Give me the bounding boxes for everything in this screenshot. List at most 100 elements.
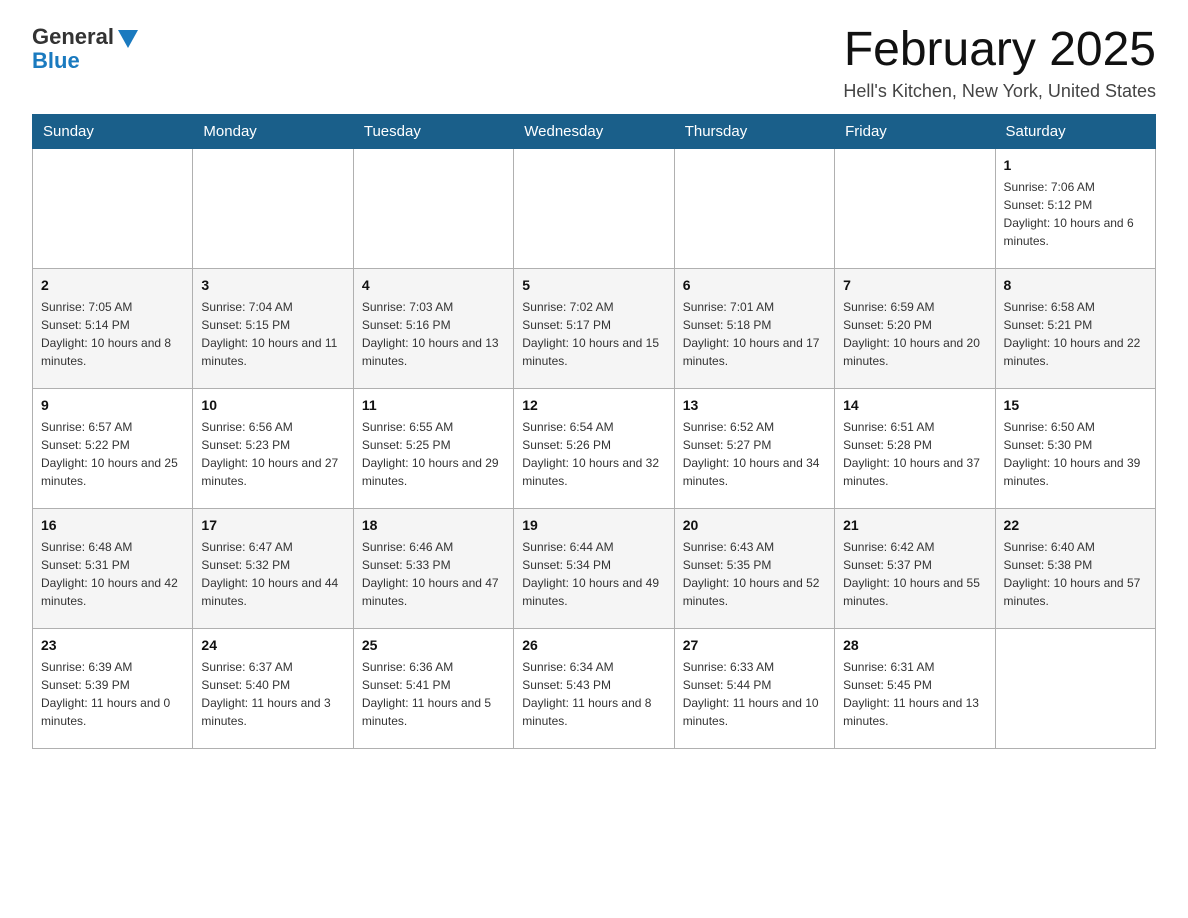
day-number: 3: [201, 275, 344, 296]
calendar-week-3: 16Sunrise: 6:48 AMSunset: 5:31 PMDayligh…: [33, 508, 1156, 628]
calendar-week-0: 1Sunrise: 7:06 AMSunset: 5:12 PMDaylight…: [33, 148, 1156, 268]
cell-content: 6Sunrise: 7:01 AMSunset: 5:18 PMDaylight…: [683, 275, 826, 370]
calendar-cell: 10Sunrise: 6:56 AMSunset: 5:23 PMDayligh…: [193, 388, 353, 508]
cell-content: 19Sunrise: 6:44 AMSunset: 5:34 PMDayligh…: [522, 515, 665, 610]
cell-content: 2Sunrise: 7:05 AMSunset: 5:14 PMDaylight…: [41, 275, 184, 370]
day-number: 16: [41, 515, 184, 536]
day-number: 13: [683, 395, 826, 416]
month-title: February 2025: [843, 24, 1156, 77]
logo-blue-text: Blue: [32, 48, 80, 74]
calendar-cell: 17Sunrise: 6:47 AMSunset: 5:32 PMDayligh…: [193, 508, 353, 628]
page-header: General Blue February 2025 Hell's Kitche…: [32, 24, 1156, 102]
cell-content: 4Sunrise: 7:03 AMSunset: 5:16 PMDaylight…: [362, 275, 505, 370]
cell-content: 18Sunrise: 6:46 AMSunset: 5:33 PMDayligh…: [362, 515, 505, 610]
day-number: 25: [362, 635, 505, 656]
calendar-cell: 25Sunrise: 6:36 AMSunset: 5:41 PMDayligh…: [353, 628, 513, 748]
calendar-cell: 28Sunrise: 6:31 AMSunset: 5:45 PMDayligh…: [835, 628, 995, 748]
cell-content: 11Sunrise: 6:55 AMSunset: 5:25 PMDayligh…: [362, 395, 505, 490]
calendar-cell: [995, 628, 1155, 748]
day-number: 19: [522, 515, 665, 536]
day-number: 6: [683, 275, 826, 296]
calendar-header-row: Sunday Monday Tuesday Wednesday Thursday…: [33, 114, 1156, 148]
calendar-cell: 13Sunrise: 6:52 AMSunset: 5:27 PMDayligh…: [674, 388, 834, 508]
calendar-cell: 3Sunrise: 7:04 AMSunset: 5:15 PMDaylight…: [193, 268, 353, 388]
day-number: 5: [522, 275, 665, 296]
cell-content: 20Sunrise: 6:43 AMSunset: 5:35 PMDayligh…: [683, 515, 826, 610]
calendar-cell: 22Sunrise: 6:40 AMSunset: 5:38 PMDayligh…: [995, 508, 1155, 628]
cell-content: 15Sunrise: 6:50 AMSunset: 5:30 PMDayligh…: [1004, 395, 1147, 490]
col-tuesday: Tuesday: [353, 114, 513, 148]
cell-content: 9Sunrise: 6:57 AMSunset: 5:22 PMDaylight…: [41, 395, 184, 490]
calendar-cell: [353, 148, 513, 268]
calendar-cell: 2Sunrise: 7:05 AMSunset: 5:14 PMDaylight…: [33, 268, 193, 388]
day-number: 4: [362, 275, 505, 296]
calendar-cell: [33, 148, 193, 268]
cell-content: 13Sunrise: 6:52 AMSunset: 5:27 PMDayligh…: [683, 395, 826, 490]
calendar-cell: 14Sunrise: 6:51 AMSunset: 5:28 PMDayligh…: [835, 388, 995, 508]
calendar-cell: [514, 148, 674, 268]
cell-content: 28Sunrise: 6:31 AMSunset: 5:45 PMDayligh…: [843, 635, 986, 730]
cell-content: 22Sunrise: 6:40 AMSunset: 5:38 PMDayligh…: [1004, 515, 1147, 610]
calendar-cell: 24Sunrise: 6:37 AMSunset: 5:40 PMDayligh…: [193, 628, 353, 748]
calendar-cell: 20Sunrise: 6:43 AMSunset: 5:35 PMDayligh…: [674, 508, 834, 628]
cell-content: 26Sunrise: 6:34 AMSunset: 5:43 PMDayligh…: [522, 635, 665, 730]
calendar-week-1: 2Sunrise: 7:05 AMSunset: 5:14 PMDaylight…: [33, 268, 1156, 388]
day-number: 17: [201, 515, 344, 536]
calendar-week-2: 9Sunrise: 6:57 AMSunset: 5:22 PMDaylight…: [33, 388, 1156, 508]
calendar-cell: 8Sunrise: 6:58 AMSunset: 5:21 PMDaylight…: [995, 268, 1155, 388]
day-number: 28: [843, 635, 986, 656]
cell-content: 7Sunrise: 6:59 AMSunset: 5:20 PMDaylight…: [843, 275, 986, 370]
calendar-cell: 15Sunrise: 6:50 AMSunset: 5:30 PMDayligh…: [995, 388, 1155, 508]
cell-content: 17Sunrise: 6:47 AMSunset: 5:32 PMDayligh…: [201, 515, 344, 610]
day-number: 15: [1004, 395, 1147, 416]
calendar-cell: 5Sunrise: 7:02 AMSunset: 5:17 PMDaylight…: [514, 268, 674, 388]
calendar-week-4: 23Sunrise: 6:39 AMSunset: 5:39 PMDayligh…: [33, 628, 1156, 748]
calendar-cell: 7Sunrise: 6:59 AMSunset: 5:20 PMDaylight…: [835, 268, 995, 388]
calendar-cell: 21Sunrise: 6:42 AMSunset: 5:37 PMDayligh…: [835, 508, 995, 628]
logo-general-text: General: [32, 24, 114, 50]
cell-content: 25Sunrise: 6:36 AMSunset: 5:41 PMDayligh…: [362, 635, 505, 730]
logo: General Blue: [32, 24, 138, 74]
calendar-cell: 12Sunrise: 6:54 AMSunset: 5:26 PMDayligh…: [514, 388, 674, 508]
day-number: 8: [1004, 275, 1147, 296]
day-number: 20: [683, 515, 826, 536]
cell-content: 1Sunrise: 7:06 AMSunset: 5:12 PMDaylight…: [1004, 155, 1147, 250]
col-friday: Friday: [835, 114, 995, 148]
cell-content: 3Sunrise: 7:04 AMSunset: 5:15 PMDaylight…: [201, 275, 344, 370]
calendar-cell: 19Sunrise: 6:44 AMSunset: 5:34 PMDayligh…: [514, 508, 674, 628]
logo-arrow-icon: [118, 30, 138, 48]
cell-content: 10Sunrise: 6:56 AMSunset: 5:23 PMDayligh…: [201, 395, 344, 490]
calendar-cell: 26Sunrise: 6:34 AMSunset: 5:43 PMDayligh…: [514, 628, 674, 748]
day-number: 18: [362, 515, 505, 536]
day-number: 9: [41, 395, 184, 416]
col-monday: Monday: [193, 114, 353, 148]
day-number: 24: [201, 635, 344, 656]
day-number: 11: [362, 395, 505, 416]
day-number: 2: [41, 275, 184, 296]
cell-content: 8Sunrise: 6:58 AMSunset: 5:21 PMDaylight…: [1004, 275, 1147, 370]
cell-content: 23Sunrise: 6:39 AMSunset: 5:39 PMDayligh…: [41, 635, 184, 730]
calendar-cell: 11Sunrise: 6:55 AMSunset: 5:25 PMDayligh…: [353, 388, 513, 508]
col-wednesday: Wednesday: [514, 114, 674, 148]
day-number: 12: [522, 395, 665, 416]
calendar-cell: 16Sunrise: 6:48 AMSunset: 5:31 PMDayligh…: [33, 508, 193, 628]
calendar-cell: 18Sunrise: 6:46 AMSunset: 5:33 PMDayligh…: [353, 508, 513, 628]
cell-content: 24Sunrise: 6:37 AMSunset: 5:40 PMDayligh…: [201, 635, 344, 730]
cell-content: 21Sunrise: 6:42 AMSunset: 5:37 PMDayligh…: [843, 515, 986, 610]
day-number: 22: [1004, 515, 1147, 536]
col-sunday: Sunday: [33, 114, 193, 148]
day-number: 27: [683, 635, 826, 656]
calendar-cell: [674, 148, 834, 268]
day-number: 23: [41, 635, 184, 656]
cell-content: 27Sunrise: 6:33 AMSunset: 5:44 PMDayligh…: [683, 635, 826, 730]
location-subtitle: Hell's Kitchen, New York, United States: [843, 81, 1156, 102]
cell-content: 14Sunrise: 6:51 AMSunset: 5:28 PMDayligh…: [843, 395, 986, 490]
calendar-cell: [835, 148, 995, 268]
cell-content: 5Sunrise: 7:02 AMSunset: 5:17 PMDaylight…: [522, 275, 665, 370]
calendar-table: Sunday Monday Tuesday Wednesday Thursday…: [32, 114, 1156, 749]
calendar-cell: 27Sunrise: 6:33 AMSunset: 5:44 PMDayligh…: [674, 628, 834, 748]
calendar-cell: 1Sunrise: 7:06 AMSunset: 5:12 PMDaylight…: [995, 148, 1155, 268]
col-thursday: Thursday: [674, 114, 834, 148]
cell-content: 12Sunrise: 6:54 AMSunset: 5:26 PMDayligh…: [522, 395, 665, 490]
day-number: 10: [201, 395, 344, 416]
